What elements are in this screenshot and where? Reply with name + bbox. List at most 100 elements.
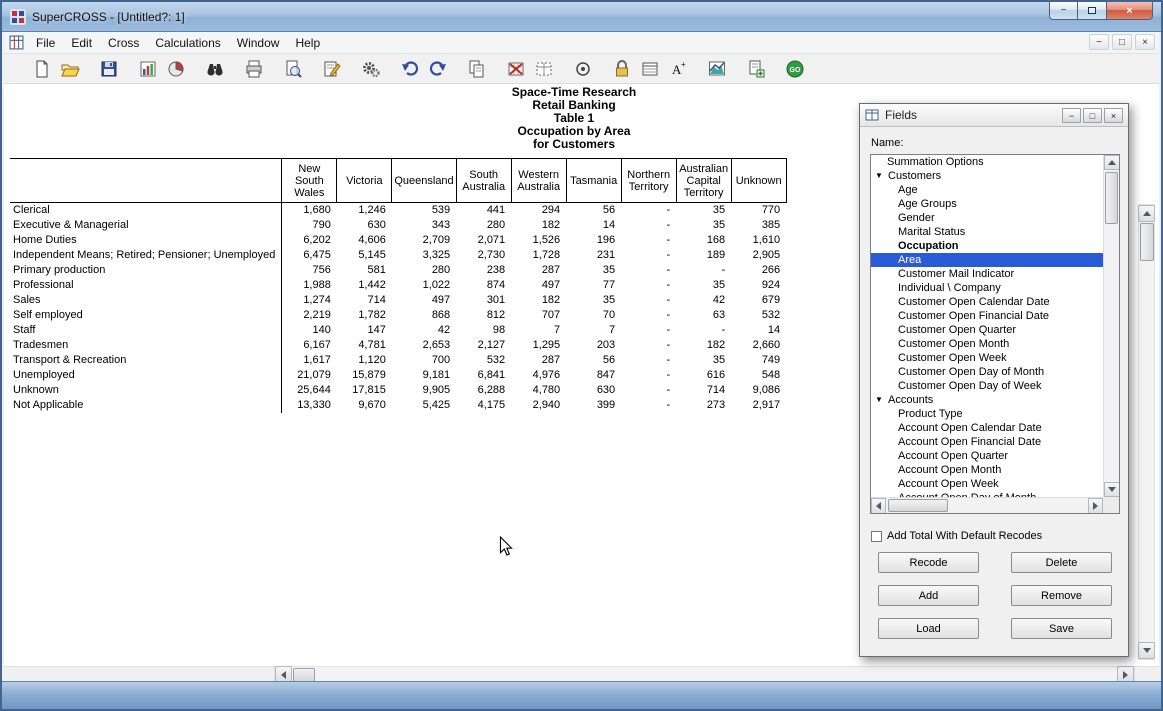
font-button[interactable]: A+ xyxy=(666,57,690,81)
field-list-item[interactable]: Account Open Week xyxy=(871,477,1103,491)
pie-chart-button[interactable] xyxy=(164,57,188,81)
load-button[interactable]: Load xyxy=(878,618,979,639)
expander-icon[interactable]: ▼ xyxy=(875,393,888,407)
lock-button[interactable] xyxy=(610,57,634,81)
column-header[interactable]: Northern Territory xyxy=(621,159,676,203)
menu-item[interactable]: Help xyxy=(287,34,328,52)
field-list-item[interactable]: Account Open Quarter xyxy=(871,449,1103,463)
add-table-button[interactable] xyxy=(744,57,768,81)
field-list-item[interactable]: Customer Open Financial Date xyxy=(871,309,1103,323)
field-list-item[interactable]: ▼Customers xyxy=(871,169,1103,183)
select-table-button[interactable] xyxy=(532,57,556,81)
recode-button[interactable]: Recode xyxy=(878,552,979,573)
horizontal-scroll-thumb[interactable] xyxy=(293,668,315,682)
field-list-item[interactable]: Customer Open Day of Week xyxy=(871,379,1103,393)
row-label[interactable]: Sales xyxy=(10,293,282,308)
undo-button[interactable] xyxy=(398,57,422,81)
mdi-close-button[interactable]: × xyxy=(1135,34,1155,50)
menu-item[interactable]: File xyxy=(28,34,63,52)
field-list-item[interactable]: Individual \ Company xyxy=(871,281,1103,295)
row-label[interactable]: Staff xyxy=(10,323,282,338)
target-button[interactable] xyxy=(571,57,595,81)
field-list-item[interactable]: Marital Status xyxy=(871,225,1103,239)
delete-button[interactable]: Delete xyxy=(1011,552,1112,573)
fields-maximize-button[interactable]: □ xyxy=(1083,108,1102,123)
row-label[interactable]: Home Duties xyxy=(10,233,282,248)
row-label[interactable]: Self employed xyxy=(10,308,282,323)
mdi-restore-button[interactable]: □ xyxy=(1112,34,1132,50)
expander-icon[interactable]: ▼ xyxy=(875,169,888,183)
field-list-item[interactable]: Customer Open Day of Month xyxy=(871,365,1103,379)
open-button[interactable] xyxy=(58,57,82,81)
field-list-item[interactable]: Product Type xyxy=(871,407,1103,421)
field-list-item[interactable]: Gender xyxy=(871,211,1103,225)
row-label[interactable]: Executive & Managerial xyxy=(10,218,282,233)
remove-button[interactable]: Remove xyxy=(1011,585,1112,606)
scroll-up-button[interactable] xyxy=(1138,205,1155,222)
field-list-item[interactable]: Customer Open Calendar Date xyxy=(871,295,1103,309)
add-total-checkbox[interactable] xyxy=(871,531,882,542)
delete-table-button[interactable] xyxy=(504,57,528,81)
column-header[interactable]: Australian Capital Territory xyxy=(676,159,731,203)
row-label[interactable]: Not Applicable xyxy=(10,398,282,413)
save-button-dialog[interactable]: Save xyxy=(1011,618,1112,639)
row-label[interactable]: Professional xyxy=(10,278,282,293)
field-list-item[interactable]: Account Open Month xyxy=(871,463,1103,477)
fields-horizontal-scroll-thumb[interactable] xyxy=(888,499,948,512)
row-label[interactable]: Transport & Recreation xyxy=(10,353,282,368)
fields-dialog-title-bar[interactable]: Fields − □ × xyxy=(860,104,1128,127)
field-list-item[interactable]: Account Open Financial Date xyxy=(871,435,1103,449)
field-list-item[interactable]: Area xyxy=(871,253,1103,267)
fields-scroll-up-button[interactable] xyxy=(1104,155,1120,170)
menu-item[interactable]: Window xyxy=(229,34,288,52)
vertical-scrollbar[interactable] xyxy=(1138,204,1155,660)
print-preview-button[interactable] xyxy=(281,57,305,81)
print-button[interactable] xyxy=(242,57,266,81)
fields-vertical-scroll-thumb[interactable] xyxy=(1105,172,1118,224)
menu-item[interactable]: Edit xyxy=(63,34,100,52)
row-label[interactable]: Primary production xyxy=(10,263,282,278)
fields-scroll-down-button[interactable] xyxy=(1104,482,1120,497)
row-label[interactable]: Unknown xyxy=(10,383,282,398)
vertical-scroll-thumb[interactable] xyxy=(1140,223,1154,261)
row-label[interactable]: Tradesmen xyxy=(10,338,282,353)
column-header[interactable]: South Australia xyxy=(456,159,511,203)
field-list-item[interactable]: ▼Accounts xyxy=(871,393,1103,407)
column-header[interactable]: Unknown xyxy=(731,159,786,203)
fields-minimize-button[interactable]: − xyxy=(1062,108,1081,123)
field-list-item[interactable]: Customer Mail Indicator xyxy=(871,267,1103,281)
row-label[interactable]: Clerical xyxy=(10,203,282,219)
column-header[interactable]: Western Australia xyxy=(511,159,566,203)
fields-close-button[interactable]: × xyxy=(1104,108,1123,123)
scroll-down-button[interactable] xyxy=(1138,642,1155,659)
new-button[interactable] xyxy=(30,57,54,81)
edit-button[interactable] xyxy=(320,57,344,81)
graph-button[interactable] xyxy=(705,57,729,81)
row-label[interactable]: Independent Means; Retired; Pensioner; U… xyxy=(10,248,282,263)
save-button[interactable] xyxy=(97,57,121,81)
options-gears-button[interactable] xyxy=(359,57,383,81)
column-header[interactable]: Queensland xyxy=(392,159,456,203)
copy-button[interactable] xyxy=(465,57,489,81)
bar-chart-button[interactable] xyxy=(136,57,160,81)
menu-item[interactable]: Calculations xyxy=(147,34,228,52)
close-button[interactable]: × xyxy=(1106,2,1153,20)
redo-button[interactable] xyxy=(426,57,450,81)
restore-button[interactable] xyxy=(1078,2,1106,20)
fields-scroll-left-button[interactable] xyxy=(871,498,886,514)
fields-list-horizontal-scrollbar[interactable] xyxy=(871,497,1103,513)
mdi-minimize-button[interactable]: − xyxy=(1089,34,1109,50)
fields-list[interactable]: Summation Options ▼Customers Age Age Gro… xyxy=(870,154,1120,514)
minimize-button[interactable]: − xyxy=(1049,2,1078,20)
fields-scroll-right-button[interactable] xyxy=(1088,498,1103,514)
table-layout-button[interactable] xyxy=(638,57,662,81)
menu-item[interactable]: Cross xyxy=(100,34,147,52)
field-list-item[interactable]: Occupation xyxy=(871,239,1103,253)
fields-list-vertical-scrollbar[interactable] xyxy=(1103,155,1119,497)
find-button[interactable] xyxy=(203,57,227,81)
row-label[interactable]: Unemployed xyxy=(10,368,282,383)
field-list-item[interactable]: Age xyxy=(871,183,1103,197)
column-header[interactable]: Victoria xyxy=(337,159,392,203)
field-list-item[interactable]: Customer Open Week xyxy=(871,351,1103,365)
go-button[interactable]: GO xyxy=(783,57,807,81)
